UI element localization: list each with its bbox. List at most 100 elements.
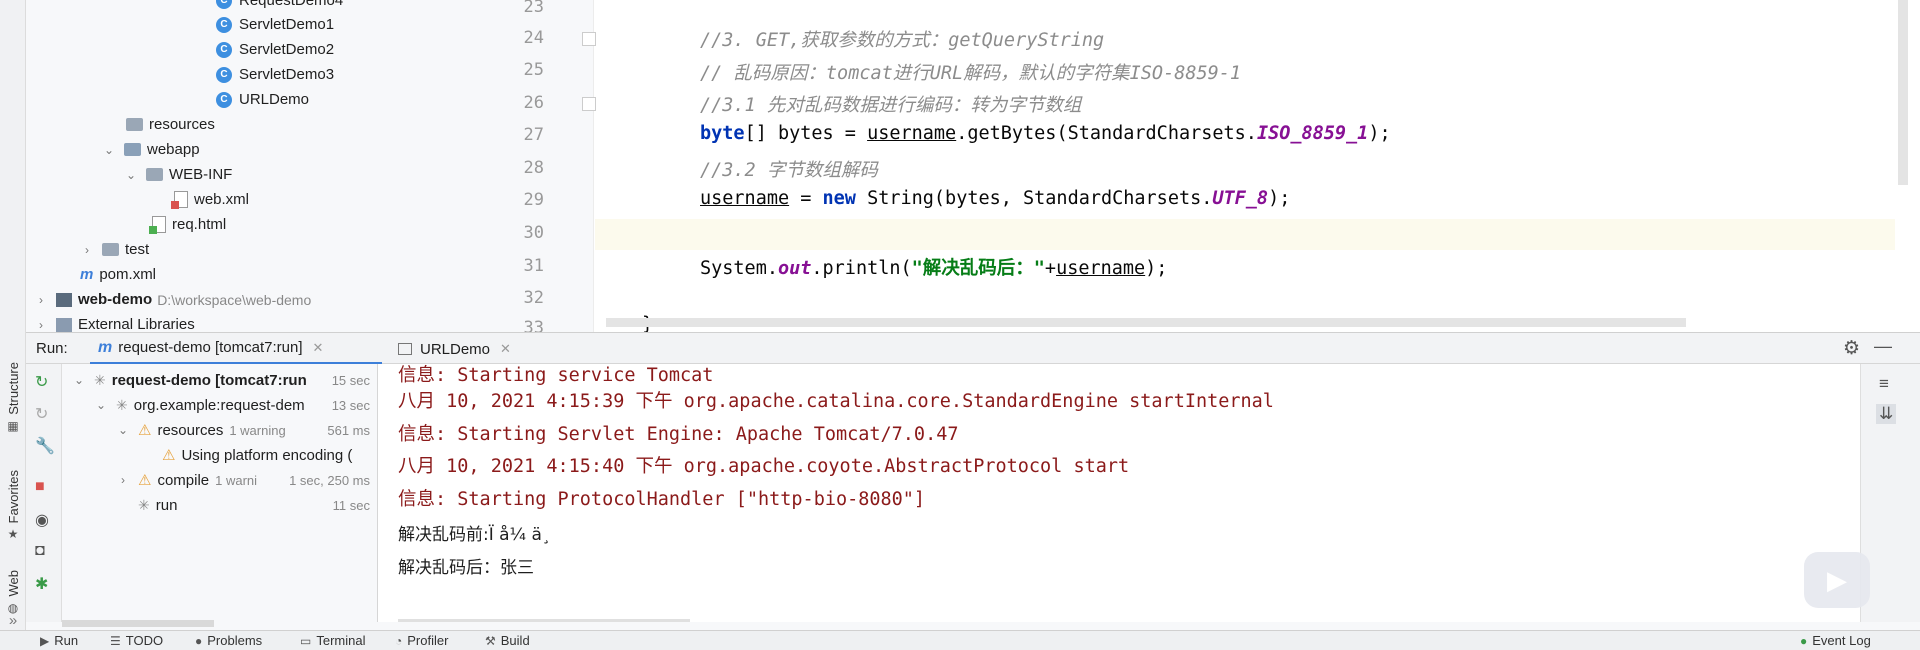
run-label: Run:: [36, 340, 68, 357]
tab-urldemo[interactable]: URLDemo ✕: [398, 333, 511, 365]
console-output[interactable]: 信息: Starting service Tomcat 八月 10, 2021 …: [378, 364, 1860, 622]
build-item-encoding-warning[interactable]: ⚠ Using platform encoding (: [162, 443, 377, 467]
module-icon: [56, 292, 72, 307]
console-line: 八月 10, 2021 4:15:40 下午 org.apache.coyote…: [398, 456, 1130, 477]
tree-item-web-demo[interactable]: › web-demo D:\workspace\web-demo: [34, 287, 311, 312]
build-tool-tab[interactable]: ⚒ Build: [485, 633, 530, 648]
warning-icon: ⚠: [162, 447, 176, 464]
tree-item-urldemo[interactable]: C URLDemo: [216, 87, 309, 112]
more-tools-chevron-icon[interactable]: »: [0, 612, 26, 629]
line-number-gutter: 23 24 25 26 27 28 29 30 31 32 33: [494, 0, 596, 332]
run-tool-tab[interactable]: ▶ Run: [40, 633, 78, 648]
tree-item-servletdemo1[interactable]: C ServletDemo1: [216, 12, 334, 37]
editor-vertical-scrollbar[interactable]: [1898, 0, 1908, 185]
structure-tool-button[interactable]: Structure ▦: [0, 362, 26, 433]
tree-item-req-html[interactable]: req.html: [149, 212, 226, 237]
build-item-run[interactable]: ✳ run 11 sec: [138, 493, 377, 517]
tab-request-demo[interactable]: m request-demo [tomcat7:run] ✕: [90, 333, 382, 365]
debug-icon[interactable]: ✱: [35, 574, 48, 594]
tree-item-label: ServletDemo3: [239, 66, 335, 83]
line-number: 30: [523, 223, 544, 243]
rerun-icon[interactable]: ↻: [35, 372, 48, 392]
editor-horizontal-scrollbar[interactable]: [606, 318, 1686, 327]
build-item-label: Using platform encoding (: [181, 446, 353, 464]
run-toolbar: ↻ ↻ 🔧 ■ ◉ ◘ ✱: [26, 364, 62, 622]
rerun-failed-icon[interactable]: ↻: [35, 404, 48, 424]
build-item-module[interactable]: ⌄ ✳ org.example:request-dem 13 sec: [94, 393, 377, 417]
build-item-compile[interactable]: › ⚠ compile 1 warni 1 sec, 250 ms: [116, 468, 377, 492]
close-icon[interactable]: ✕: [500, 341, 511, 357]
tree-item-webapp[interactable]: ⌄ webapp: [102, 137, 200, 162]
module-path: D:\workspace\web-demo: [157, 291, 312, 308]
chevron-down-icon[interactable]: ⌄: [116, 423, 130, 437]
tree-item-test[interactable]: › test: [80, 237, 149, 262]
fold-marker-icon[interactable]: [582, 32, 596, 46]
code-line-26: //3.1 先对乱码数据进行编码：转为字节数组: [700, 95, 1082, 116]
current-line-highlight: [595, 219, 1895, 250]
code-editor[interactable]: 23 24 25 26 27 28 29 30 31 32 33 //3. GE…: [494, 0, 1920, 332]
run-panel-header: Run: m request-demo [tomcat7:run] ✕ URLD…: [26, 332, 1920, 365]
chevron-down-icon[interactable]: ⌄: [102, 143, 116, 157]
scroll-to-end-icon[interactable]: ⇊: [1876, 404, 1897, 424]
gear-icon[interactable]: ⚙: [1843, 337, 1860, 360]
todo-tool-tab[interactable]: ☰ TODO: [110, 633, 163, 648]
project-tree: C RequestDemo4 C ServletDemo1 C ServletD…: [26, 0, 494, 332]
tab-label: request-demo [tomcat7:run]: [118, 339, 303, 356]
tree-item-web-xml[interactable]: web.xml: [171, 187, 249, 212]
maven-icon: m: [98, 338, 113, 356]
play-icon[interactable]: ▶: [1804, 552, 1870, 608]
tree-item-servletdemo2[interactable]: C ServletDemo2: [216, 37, 334, 62]
run-tool-label: Run: [54, 633, 79, 648]
console-line: 信息: Starting service Tomcat: [398, 365, 714, 386]
camera-icon[interactable]: ◘: [35, 542, 45, 560]
problems-tool-tab[interactable]: ● Problems: [195, 633, 262, 648]
console-line: 信息: Starting Servlet Engine: Apache Tomc…: [398, 424, 959, 445]
tree-item-pom-xml[interactable]: m pom.xml: [80, 262, 156, 287]
code-line-29: username = new String(bytes, StandardCha…: [700, 188, 1290, 209]
favorites-tool-button[interactable]: Favorites ★: [0, 470, 26, 541]
run-config-icon: [398, 343, 412, 355]
chevron-right-icon[interactable]: ›: [34, 293, 48, 307]
warning-count: 1 warni: [215, 472, 258, 488]
chevron-right-icon[interactable]: ›: [34, 318, 48, 332]
chevron-down-icon[interactable]: ⌄: [124, 168, 138, 182]
minimize-icon[interactable]: —: [1874, 336, 1892, 357]
build-item-time: 11 sec: [330, 497, 370, 513]
tree-item-external-libraries[interactable]: › External Libraries: [34, 312, 195, 332]
chevron-right-icon[interactable]: ›: [116, 473, 130, 487]
line-number: 27: [523, 125, 544, 145]
code-text: +: [1044, 258, 1057, 279]
favorites-label: Favorites: [5, 470, 21, 524]
close-icon[interactable]: ✕: [313, 340, 324, 356]
terminal-tool-tab[interactable]: ▭ Terminal: [300, 633, 365, 648]
fold-marker-icon[interactable]: [582, 97, 596, 111]
code-line-28: //3.2 字节数组解码: [700, 160, 878, 181]
soft-wrap-icon[interactable]: ≡: [1879, 374, 1889, 394]
wrench-icon[interactable]: 🔧: [35, 436, 55, 456]
profiler-tool-tab[interactable]: ◔ Profiler: [395, 633, 448, 648]
tree-item-web-inf[interactable]: ⌄ WEB-INF: [124, 162, 232, 187]
chevron-down-icon[interactable]: ⌄: [72, 373, 86, 387]
tree-item-resources[interactable]: resources: [126, 112, 215, 137]
console-line: 八月 10, 2021 4:15:39 下午 org.apache.catali…: [398, 391, 1274, 412]
spinner-icon: ✳: [138, 496, 150, 513]
chevron-down-icon[interactable]: ⌄: [94, 398, 108, 412]
stop-icon[interactable]: ■: [35, 478, 45, 496]
line-number: 32: [523, 288, 544, 308]
warning-icon: ⚠: [138, 422, 152, 439]
class-icon: C: [216, 0, 232, 9]
build-tree-horizontal-scrollbar[interactable]: [62, 620, 214, 627]
build-item-resources[interactable]: ⌄ ⚠ resources 1 warning 561 ms: [116, 418, 377, 442]
tree-item-label: URLDemo: [239, 91, 310, 108]
code-text: );: [1368, 123, 1391, 144]
build-item-root[interactable]: ⌄ ✳ request-demo [tomcat7:run 15 sec: [72, 368, 377, 392]
chevron-right-icon[interactable]: ›: [80, 243, 94, 257]
tree-item-servletdemo3[interactable]: C ServletDemo3: [216, 62, 334, 87]
web-tool-button[interactable]: Web ◍: [0, 570, 26, 615]
event-log-tool-tab[interactable]: ● Event Log: [1800, 633, 1871, 648]
eye-icon[interactable]: ◉: [35, 510, 49, 530]
build-item-label: run: [155, 496, 178, 514]
keyword: new: [822, 188, 856, 209]
profiler-icon: ◔: [395, 633, 403, 648]
console-horizontal-scrollbar[interactable]: [398, 619, 690, 622]
